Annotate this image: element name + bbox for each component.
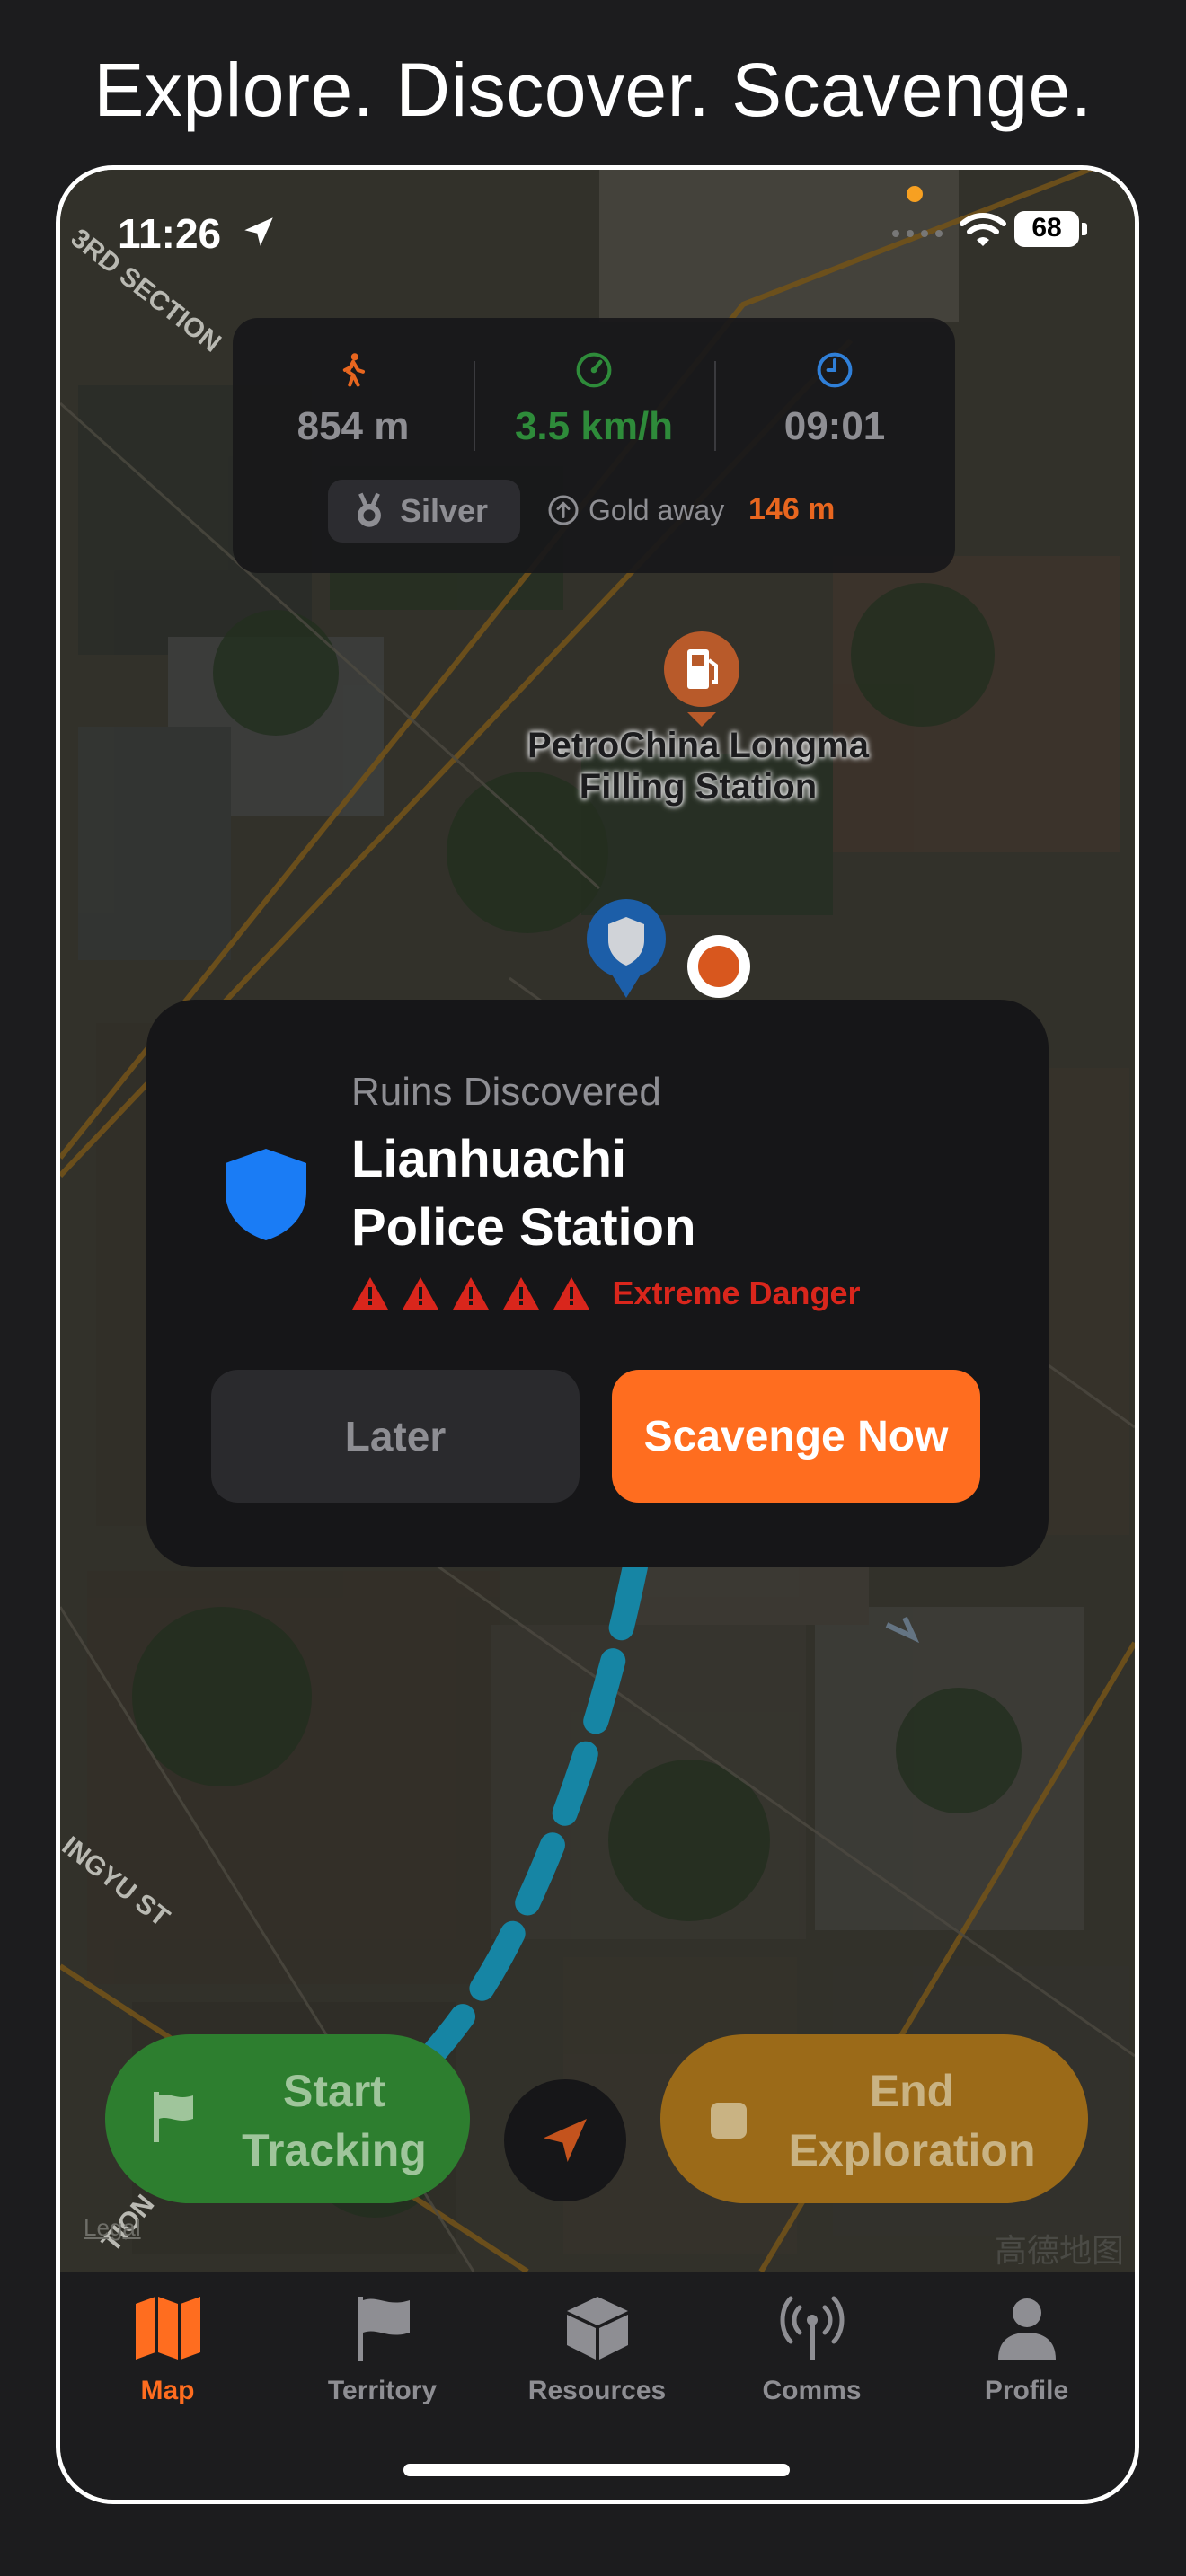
tab-label: Map bbox=[140, 2376, 195, 2405]
flag-icon bbox=[154, 2092, 193, 2142]
tab-label: Comms bbox=[762, 2376, 862, 2405]
next-tier-label: Gold away bbox=[589, 494, 725, 526]
distance-value: 854 m bbox=[296, 404, 410, 448]
warning-icon bbox=[453, 1277, 489, 1310]
speedometer-icon bbox=[576, 352, 612, 388]
start-tracking-button[interactable]: Start Tracking bbox=[105, 2034, 470, 2203]
tab-label: Resources bbox=[527, 2376, 667, 2405]
walking-icon bbox=[342, 353, 366, 387]
start-tracking-line2: Tracking bbox=[242, 2125, 427, 2175]
tab-label: Profile bbox=[984, 2376, 1069, 2405]
privacy-indicator-dot bbox=[907, 186, 923, 202]
end-exploration-label: End Exploration bbox=[759, 2061, 1065, 2180]
promo-headline: Explore. Discover. Scavenge. bbox=[93, 48, 1093, 132]
police-shield-pin-icon[interactable] bbox=[583, 897, 669, 1003]
start-tracking-label: Start Tracking bbox=[222, 2061, 447, 2180]
start-tracking-line1: Start bbox=[283, 2066, 385, 2116]
warning-icon bbox=[352, 1277, 388, 1310]
end-exploration-button[interactable]: End Exploration bbox=[660, 2034, 1088, 2203]
battery-level: 68 bbox=[1031, 213, 1062, 243]
scavenge-now-button[interactable]: Scavenge Now bbox=[612, 1370, 980, 1503]
end-exploration-line2: Exploration bbox=[788, 2125, 1036, 2175]
recenter-location-button[interactable] bbox=[504, 2079, 626, 2201]
location-arrow-icon bbox=[244, 217, 273, 246]
speed-value: 3.5 km/h bbox=[514, 404, 674, 448]
duration-value: 09:01 bbox=[783, 404, 886, 448]
fuel-station-pin-icon[interactable] bbox=[660, 630, 743, 728]
danger-rating: Extreme Danger bbox=[351, 1275, 861, 1314]
later-button[interactable]: Later bbox=[211, 1370, 580, 1503]
location-title: Lianhuachi Police Station bbox=[351, 1125, 980, 1262]
tier-badge: Silver bbox=[328, 480, 520, 543]
cellular-signal-icon bbox=[892, 230, 943, 237]
map-icon bbox=[135, 2297, 200, 2360]
tab-map[interactable]: Map bbox=[60, 2272, 275, 2442]
tier-label: Silver bbox=[400, 492, 489, 529]
distance-stat: 854 m bbox=[233, 350, 474, 449]
flag-icon bbox=[357, 2297, 410, 2361]
person-icon bbox=[997, 2298, 1056, 2360]
ruins-discovered-dialog: Ruins Discovered Lianhuachi Police Stati… bbox=[146, 1000, 1049, 1567]
status-bar: 11:26 68 bbox=[60, 170, 1135, 278]
map-provider-logo: 高德地图 bbox=[995, 2232, 1125, 2269]
speed-stat: 3.5 km/h bbox=[474, 350, 714, 449]
tab-profile[interactable]: Profile bbox=[919, 2272, 1134, 2442]
poi-label: PetroChina Longma Filling Station bbox=[456, 725, 941, 807]
antenna-icon bbox=[780, 2296, 844, 2360]
user-location-marker bbox=[687, 935, 750, 998]
warning-icon bbox=[403, 1277, 438, 1310]
legal-link[interactable]: Legal bbox=[84, 2214, 141, 2242]
stop-icon bbox=[711, 2103, 747, 2139]
duration-stat: 09:01 bbox=[714, 350, 955, 449]
wifi-icon bbox=[960, 213, 1006, 246]
next-tier-distance: 146 m bbox=[748, 492, 836, 526]
tab-territory[interactable]: Territory bbox=[275, 2272, 490, 2442]
location-title-line1: Lianhuachi bbox=[351, 1130, 627, 1188]
end-exploration-line1: End bbox=[869, 2066, 955, 2116]
poi-name-line2: Filling Station bbox=[579, 767, 818, 807]
tab-comms[interactable]: Comms bbox=[704, 2272, 919, 2442]
location-title-line2: Police Station bbox=[351, 1198, 696, 1257]
status-time: 11:26 bbox=[118, 210, 222, 257]
home-indicator[interactable] bbox=[403, 2464, 790, 2476]
box-icon bbox=[566, 2297, 628, 2360]
danger-label: Extreme Danger bbox=[612, 1275, 861, 1311]
tab-label: Territory bbox=[327, 2376, 438, 2405]
arrow-up-circle-icon bbox=[548, 495, 579, 525]
warning-icon bbox=[503, 1277, 539, 1310]
shield-icon bbox=[226, 1149, 306, 1240]
navigation-arrow-icon bbox=[544, 2119, 587, 2162]
dialog-subtitle: Ruins Discovered bbox=[351, 1070, 661, 1114]
phone-frame: 3RD SECTION INGYU ST TION 11:26 68 854 m bbox=[56, 165, 1139, 2504]
warning-icon bbox=[553, 1277, 589, 1310]
battery-icon: 68 bbox=[1014, 211, 1088, 249]
medal-icon bbox=[358, 492, 381, 527]
tab-resources[interactable]: Resources bbox=[490, 2272, 704, 2442]
poi-name-line1: PetroChina Longma bbox=[527, 726, 870, 765]
clock-icon bbox=[817, 352, 853, 388]
exploration-stats-card: 854 m 3.5 km/h 09:01 Silver Gold away 14… bbox=[233, 318, 955, 573]
